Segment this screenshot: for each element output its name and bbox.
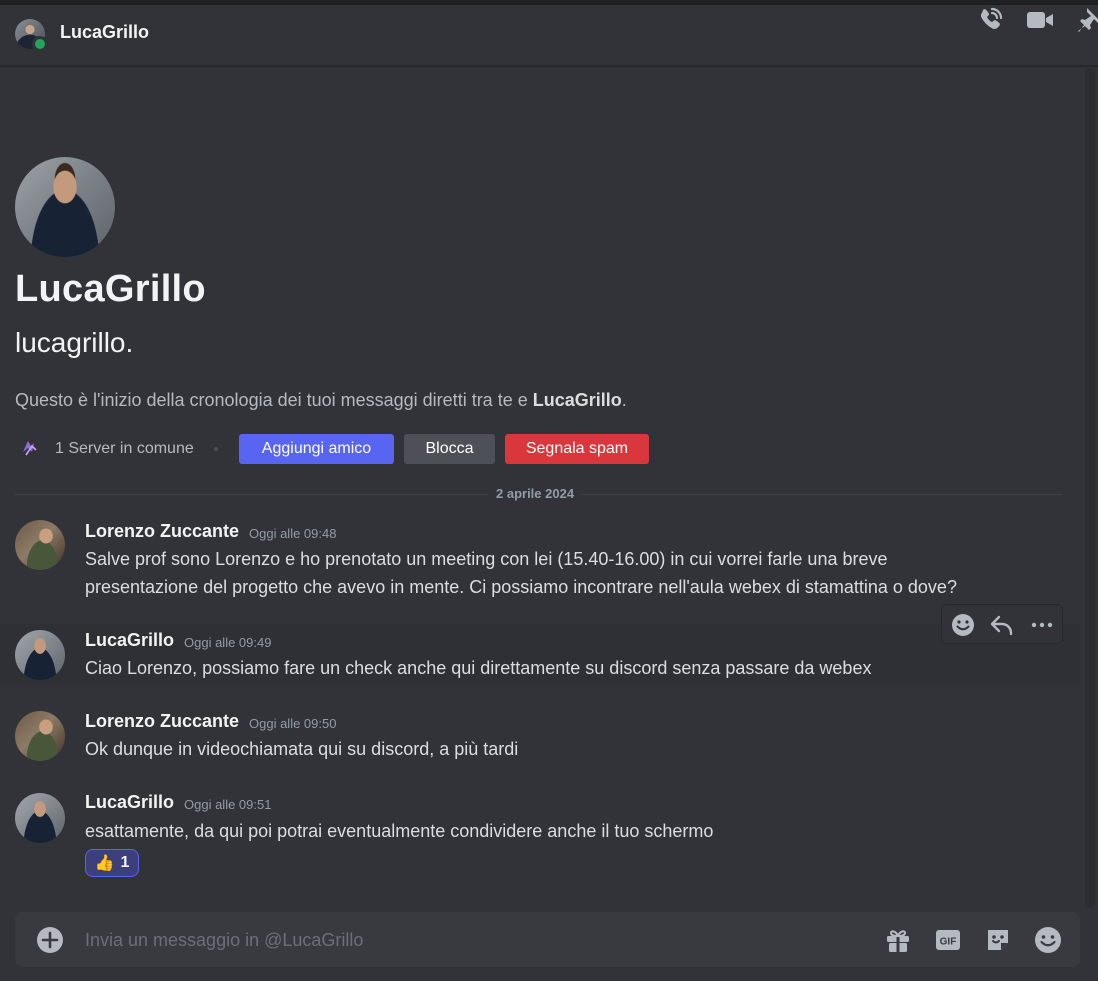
report-spam-button[interactable]: Segnala spam xyxy=(505,434,649,464)
emoji-picker-icon[interactable] xyxy=(1033,925,1063,955)
intro-name: LucaGrillo xyxy=(532,390,622,410)
sticker-icon[interactable] xyxy=(983,925,1013,955)
message-content: Ok dunque in videochiamata qui su discor… xyxy=(85,735,1045,763)
separator-dot xyxy=(214,447,218,451)
message-line: Salve prof sono Lorenzo e ho prenotato u… xyxy=(85,549,888,569)
message-actions-toolbar xyxy=(941,604,1063,644)
message-line: Ciao Lorenzo, possiamo fare un check anc… xyxy=(85,658,872,678)
message-composer: GIF xyxy=(15,912,1080,967)
message-item[interactable]: Lorenzo Zuccante Oggi alle 09:50 Ok dunq… xyxy=(0,704,1080,766)
conversation-intro-text: Questo è l'inizio della cronologia dei t… xyxy=(15,390,627,411)
reaction-chip[interactable]: 👍 1 xyxy=(85,849,139,877)
message-input[interactable] xyxy=(85,924,845,956)
reply-icon[interactable] xyxy=(989,612,1015,638)
server-icon[interactable] xyxy=(20,438,40,458)
more-options-icon[interactable] xyxy=(1029,612,1055,638)
add-reaction-icon[interactable] xyxy=(950,612,976,638)
message-item[interactable]: Lorenzo Zuccante Oggi alle 09:48 Salve p… xyxy=(0,512,1080,612)
message-line: esattamente, da qui poi potrai eventualm… xyxy=(85,821,714,841)
header-avatar[interactable] xyxy=(15,19,48,52)
chat-scrollbar[interactable] xyxy=(1085,68,1095,908)
video-camera-icon[interactable] xyxy=(1025,5,1055,35)
message-avatar[interactable] xyxy=(15,520,65,570)
message-item[interactable]: LucaGrillo Oggi alle 09:51 esattamente, … xyxy=(0,785,1080,885)
reaction-count: 1 xyxy=(120,854,130,871)
message-line: presentazione del progetto che avevo in … xyxy=(85,577,957,597)
thumbs-up-icon: 👍 xyxy=(94,855,115,872)
message-avatar[interactable] xyxy=(15,711,65,761)
message-author[interactable]: LucaGrillo xyxy=(85,630,174,651)
message-author[interactable]: Lorenzo Zuccante xyxy=(85,521,239,542)
profile-avatar[interactable] xyxy=(15,157,115,257)
message-timestamp: Oggi alle 09:48 xyxy=(249,526,337,541)
pin-icon[interactable] xyxy=(1075,5,1098,35)
message-author[interactable]: Lorenzo Zuccante xyxy=(85,711,239,732)
profile-username: lucagrillo. xyxy=(15,327,134,358)
date-divider-label: 2 aprile 2024 xyxy=(488,486,583,501)
gift-icon[interactable] xyxy=(883,925,913,955)
header-username[interactable]: LucaGrillo xyxy=(60,22,149,43)
message-timestamp: Oggi alle 09:51 xyxy=(184,797,272,812)
message-line: Ok dunque in videochiamata qui su discor… xyxy=(85,739,519,759)
mutual-servers-row: 1 Server in comune Aggiungi amico Blocca… xyxy=(15,434,715,464)
message-avatar[interactable] xyxy=(15,630,65,680)
gif-icon[interactable]: GIF xyxy=(933,925,963,955)
add-friend-button[interactable]: Aggiungi amico xyxy=(239,434,394,464)
block-button[interactable]: Blocca xyxy=(404,434,495,464)
online-status-indicator xyxy=(32,36,48,52)
message-timestamp: Oggi alle 09:49 xyxy=(184,635,272,650)
attach-plus-icon[interactable] xyxy=(35,925,65,955)
message-content: Salve prof sono Lorenzo e ho prenotato u… xyxy=(85,545,1045,601)
message-item[interactable]: LucaGrillo Oggi alle 09:49 Ciao Lorenzo,… xyxy=(0,624,1080,686)
message-content: Ciao Lorenzo, possiamo fare un check anc… xyxy=(85,654,1045,682)
message-content: esattamente, da qui poi potrai eventualm… xyxy=(85,817,1045,845)
message-avatar[interactable] xyxy=(15,793,65,843)
intro-suffix: . xyxy=(621,390,627,410)
profile-display-name: LucaGrillo xyxy=(15,268,206,310)
mutual-servers-link[interactable]: 1 Server in comune xyxy=(55,440,194,458)
message-timestamp: Oggi alle 09:50 xyxy=(249,716,337,731)
message-author[interactable]: LucaGrillo xyxy=(85,792,174,813)
gif-icon-label: GIF xyxy=(940,937,957,948)
dm-header: LucaGrillo xyxy=(0,5,1098,66)
intro-prefix: Questo è l'inizio della cronologia dei t… xyxy=(15,390,533,410)
phone-call-icon[interactable] xyxy=(975,5,1005,35)
